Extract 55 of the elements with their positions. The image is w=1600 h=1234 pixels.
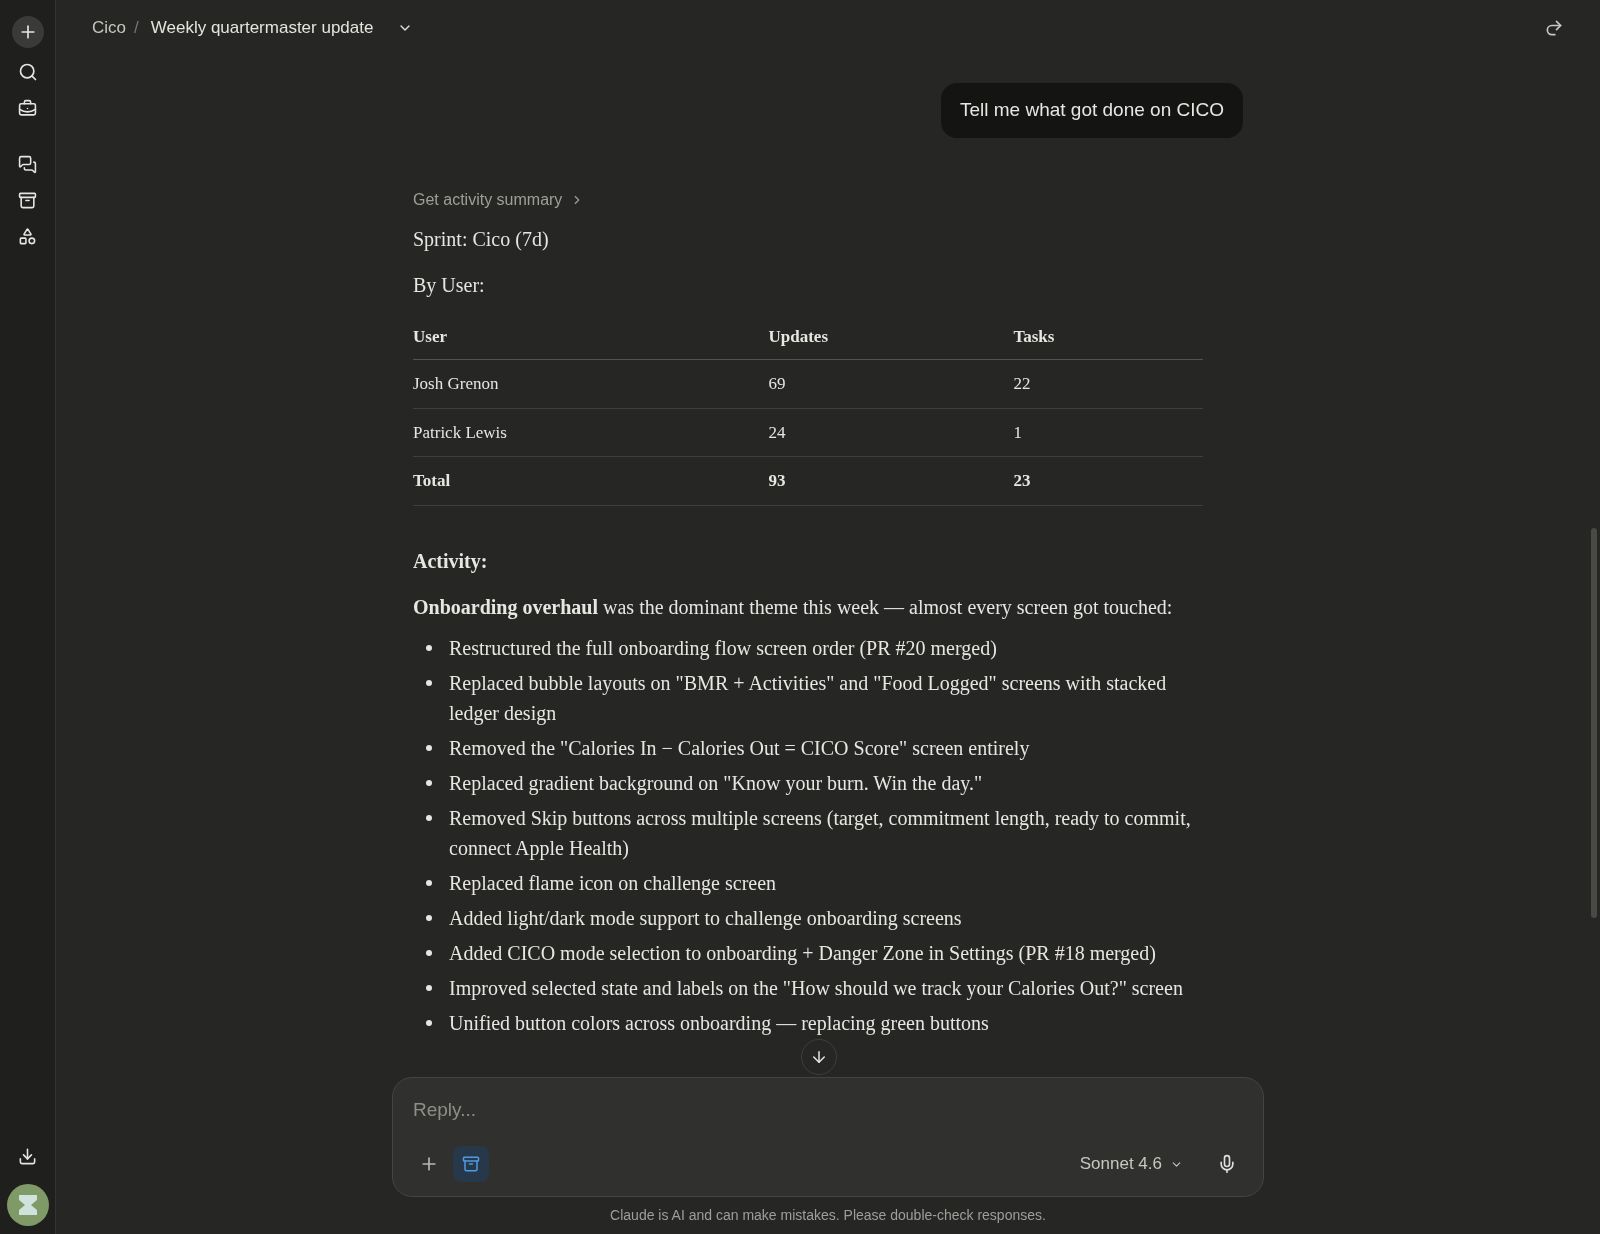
project-link[interactable]: Cico <box>92 15 126 41</box>
column-header: Tasks <box>1013 313 1203 360</box>
bullet-text: Added light/dark mode support to challenge onboarding screens <box>449 905 962 932</box>
bullet-text: Improved selected state and labels on the "How should we track your Calories Out?" screen <box>449 975 1183 1002</box>
column-header: User <box>413 313 769 360</box>
bullet-text: Removed the "Calories In − Calories Out = CICO Score" screen entirely <box>449 735 1030 762</box>
reply-input[interactable]: Reply... <box>413 1096 1243 1125</box>
bullet-text: Unified button colors across onboarding — replacing green buttons <box>449 1010 989 1037</box>
tool-call-link[interactable]: Get activity summary <box>413 187 585 212</box>
bullet-text: Replaced bubble layouts on "BMR + Activities" and "Food Logged" screens with stacked ledger design <box>449 670 1168 727</box>
table-cell: 22 <box>1013 359 1203 408</box>
breadcrumb-separator: / <box>134 17 139 40</box>
sprint-text: Sprint: Cico (7d) <box>413 226 550 253</box>
table-cell: 24 <box>768 408 1014 457</box>
by-user-label: By User: <box>413 272 486 299</box>
share-button[interactable] <box>1544 18 1564 38</box>
archive-icon <box>462 1155 480 1173</box>
avatar[interactable] <box>6 1184 49 1226</box>
bullet-text: Added CICO mode selection to onboarding + Danger Zone in Settings (PR #18 merged) <box>449 940 1156 967</box>
bullet-icon <box>426 679 432 686</box>
table-cell: 1 <box>1013 408 1203 457</box>
disclaimer: Claude is AI and can make mistakes. Please double-check responses. <box>610 1206 1046 1225</box>
hourglass-icon <box>16 1193 39 1217</box>
bullet-icon <box>426 949 432 956</box>
intro-paragraph: Onboarding overhaul was the dominant theme this week — almost every screen got touched: <box>413 594 1174 621</box>
bullet-icon <box>426 914 432 921</box>
share-icon <box>1544 18 1564 38</box>
bullet-icon <box>426 879 432 886</box>
table-cell: Patrick Lewis <box>413 408 769 457</box>
activity-heading: Activity: <box>413 548 489 575</box>
table-cell: Josh Grenon <box>413 359 769 408</box>
arrow-down-icon <box>810 1048 828 1066</box>
search-icon <box>17 62 38 82</box>
bullet-text: Replaced flame icon on challenge screen <box>449 870 777 897</box>
table-cell: 69 <box>768 359 1014 408</box>
bullet-icon <box>426 644 432 651</box>
new-chat-button[interactable] <box>11 16 44 48</box>
model-selector[interactable]: Sonnet 4.6 <box>1079 1151 1183 1177</box>
bullet-icon <box>426 984 432 991</box>
bullet-icon <box>426 744 432 751</box>
chat-title-button[interactable]: Weekly quartermaster update <box>146 15 418 41</box>
bullet-icon <box>426 1019 432 1026</box>
microphone-icon <box>1217 1154 1237 1174</box>
bullet-text: Restructured the full onboarding flow screen order (PR #20 merged) <box>449 635 997 662</box>
table-cell: 23 <box>1013 456 1203 505</box>
bullet-icon <box>426 814 432 821</box>
bullet-icon <box>426 779 432 786</box>
scroll-down-button[interactable] <box>801 1039 837 1075</box>
column-header: Updates <box>768 313 1014 360</box>
user-message: Tell me what got done on CICO <box>940 83 1243 138</box>
table-cell: Total <box>413 456 769 505</box>
tools-button[interactable] <box>453 1146 489 1182</box>
bullet-text: Replaced gradient background on "Know your burn. Win the day." <box>449 770 983 797</box>
bullet-text: Removed Skip buttons across multiple screens (target, commitment length, ready to commit, connect Apple Health) <box>449 805 1192 862</box>
table-cell: 93 <box>768 456 1014 505</box>
